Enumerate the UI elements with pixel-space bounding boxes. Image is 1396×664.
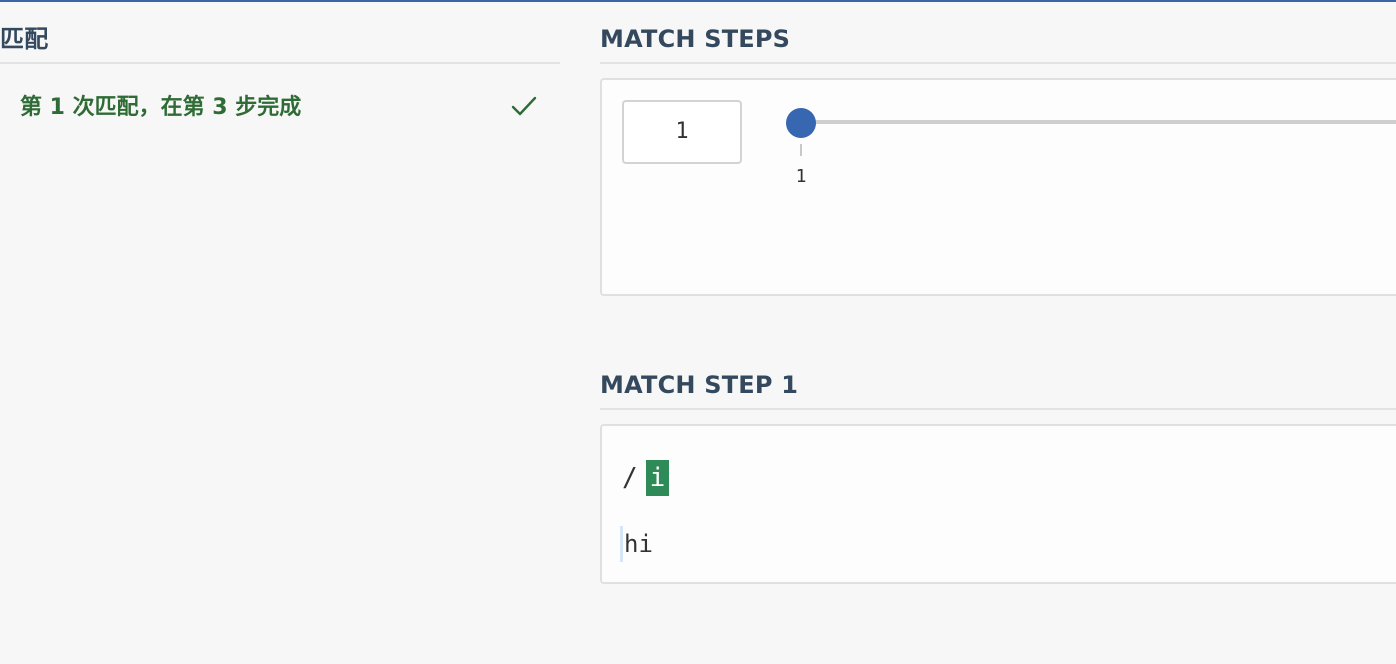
slider-tick: [800, 144, 802, 156]
match-item-label: 第 1 次匹配，在第 3 步完成: [20, 95, 302, 120]
match-steps-title: MATCH STEPS: [600, 25, 791, 53]
subject-text: hi: [624, 530, 653, 558]
step-slider-track[interactable]: [800, 120, 1396, 124]
match-step-divider: [600, 408, 1396, 410]
check-icon: [511, 96, 537, 116]
regex-pattern: / i: [622, 460, 670, 496]
pattern-highlight: i: [645, 460, 670, 496]
step-slider-thumb[interactable]: [786, 108, 816, 138]
pattern-prefix: /: [622, 463, 638, 493]
match-item[interactable]: 第 1 次匹配，在第 3 步完成: [0, 78, 560, 138]
match-steps-box: 1 1: [600, 78, 1396, 296]
match-step-box: / i hi: [600, 424, 1396, 584]
match-steps-divider: [600, 62, 1396, 64]
matches-panel: 匹配 第 1 次匹配，在第 3 步完成: [0, 2, 560, 664]
matches-title: 匹配: [0, 25, 49, 53]
steps-panel: MATCH STEPS 1 1 MATCH STEP 1 / i hi: [600, 0, 1396, 664]
step-number-input[interactable]: 1: [622, 100, 742, 164]
match-step-title: MATCH STEP 1: [600, 371, 799, 399]
slider-tick-label: 1: [795, 166, 807, 187]
matches-divider: [0, 62, 560, 64]
